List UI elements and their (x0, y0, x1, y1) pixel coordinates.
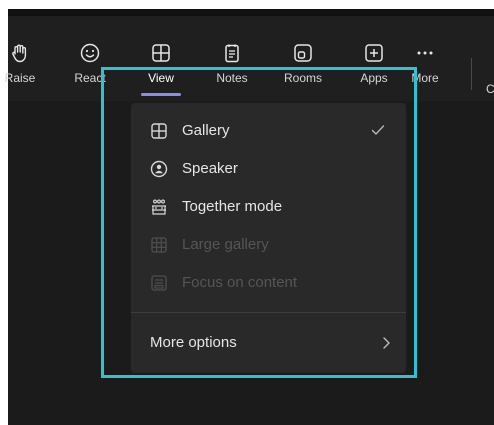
view-dropdown-menu: Gallery Speaker Together mode Large gall… (131, 103, 406, 373)
cutoff-button-label[interactable]: C (486, 82, 494, 96)
notes-icon (225, 44, 239, 63)
menu-item-together-mode-label: Together mode (182, 198, 283, 215)
view-button[interactable]: View (133, 42, 189, 96)
react-button[interactable]: React (62, 42, 118, 96)
more-button[interactable]: More (397, 42, 453, 96)
apps-label: Apps (360, 71, 388, 85)
raise-hand-icon (12, 44, 27, 63)
menu-item-together-mode[interactable]: Together mode (131, 189, 406, 225)
menu-item-large-gallery-label: Large gallery (182, 236, 269, 253)
grid-icon (152, 44, 170, 62)
raise-hand-button[interactable]: Raise (0, 42, 48, 96)
meeting-toolbar: Raise React View Notes Rooms Apps More C (5, 16, 494, 101)
view-active-indicator (141, 93, 181, 96)
menu-item-focus-on-content-label: Focus on content (182, 274, 298, 291)
menu-item-speaker[interactable]: Speaker (131, 151, 406, 187)
plus-square-icon (365, 44, 383, 62)
menu-item-large-gallery[interactable]: Large gallery (131, 227, 406, 263)
focus-content-icon (151, 275, 167, 291)
menu-item-gallery[interactable]: Gallery (131, 113, 406, 149)
notes-label: Notes (216, 71, 248, 85)
chevron-right-icon (383, 337, 390, 349)
checkmark-icon (371, 125, 385, 135)
more-label: More (411, 71, 439, 85)
raise-hand-label: Raise (4, 71, 36, 85)
react-label: React (74, 71, 106, 85)
ellipsis-icon (417, 51, 433, 55)
apps-button[interactable]: Apps (346, 42, 402, 96)
menu-item-more-options[interactable]: More options (131, 325, 406, 361)
rooms-button[interactable]: Rooms (275, 42, 331, 96)
screenshot-stage: Raise React View Notes Rooms Apps More C… (0, 0, 494, 425)
notes-button[interactable]: Notes (204, 42, 260, 96)
menu-item-gallery-label: Gallery (182, 122, 230, 139)
menu-separator (131, 312, 406, 313)
window-top-strip (8, 9, 494, 16)
menu-item-speaker-label: Speaker (182, 160, 238, 177)
gallery-icon (151, 123, 167, 139)
speaker-icon (150, 160, 168, 178)
menu-item-focus-on-content[interactable]: Focus on content (131, 265, 406, 301)
together-mode-icon (152, 199, 166, 215)
rooms-icon (294, 44, 312, 62)
smiley-icon (80, 43, 100, 63)
large-gallery-icon (151, 237, 167, 253)
teams-meeting-window: Raise React View Notes Rooms Apps More C… (5, 9, 494, 425)
toolbar-divider (471, 58, 472, 90)
view-label: View (148, 71, 174, 85)
menu-item-more-options-label: More options (150, 334, 237, 351)
rooms-label: Rooms (283, 71, 322, 85)
